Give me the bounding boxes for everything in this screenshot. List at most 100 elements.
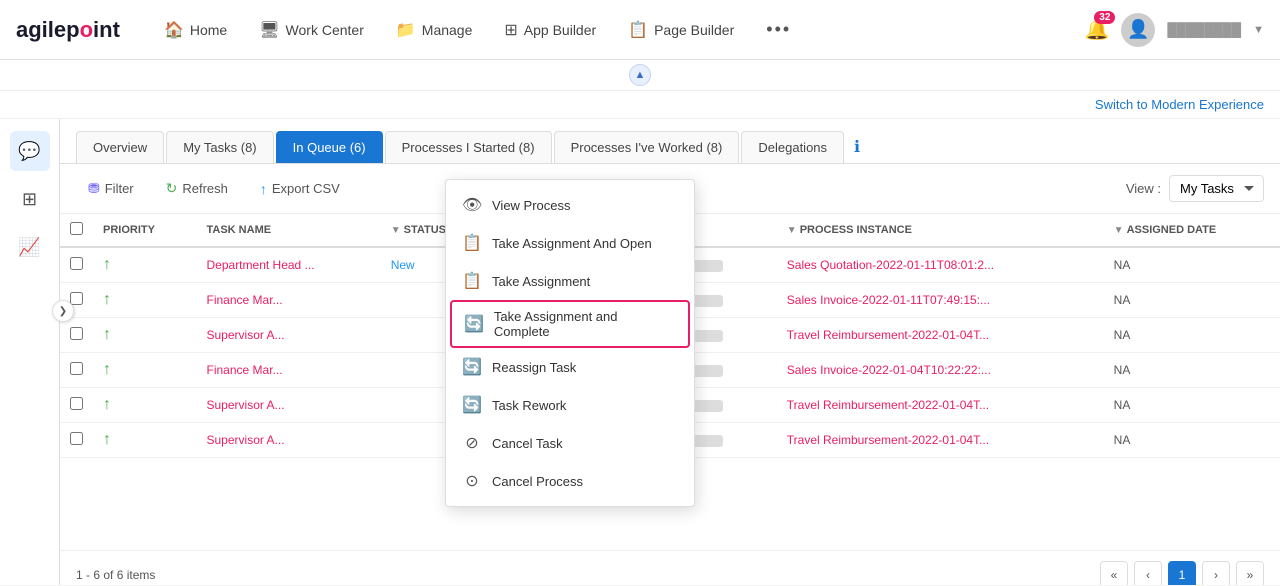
tab-delegations[interactable]: Delegations	[741, 131, 844, 163]
tab-my-tasks[interactable]: My Tasks (8)	[166, 131, 273, 163]
page-1-button[interactable]: 1	[1168, 561, 1196, 585]
sidebar-item-grid[interactable]: ⊞	[10, 179, 50, 219]
process-instance-link[interactable]: Travel Reimbursement-2022-01-04T...	[787, 433, 989, 447]
export-csv-button[interactable]: ↑ Export CSV	[248, 175, 352, 203]
next-page-button[interactable]: ›	[1202, 561, 1230, 585]
task-name-link[interactable]: Supervisor A...	[207, 433, 285, 447]
first-page-button[interactable]: «	[1100, 561, 1128, 585]
task-name-link[interactable]: Supervisor A...	[207, 398, 285, 412]
sidebar-toggle-button[interactable]: ❯	[52, 300, 74, 322]
prev-page-button[interactable]: ‹	[1134, 561, 1162, 585]
process-instance-link[interactable]: Travel Reimbursement-2022-01-04T...	[787, 398, 989, 412]
priority-cell: ↑	[93, 423, 197, 458]
task-name-cell: Finance Mar...	[197, 283, 381, 318]
context-menu: 👁 View Process 📋 Take Assignment And Ope…	[445, 179, 695, 507]
priority-cell: ↑	[93, 388, 197, 423]
menu-item-view-process[interactable]: 👁 View Process	[446, 186, 694, 224]
process-instance-link[interactable]: Sales Invoice-2022-01-11T07:49:15:...	[787, 293, 990, 307]
menu-item-reassign-task[interactable]: 🔄 Reassign Task	[446, 348, 694, 386]
user-dropdown-chevron[interactable]: ▼	[1253, 24, 1264, 36]
tab-overview[interactable]: Overview	[76, 131, 164, 163]
menu-item-task-rework[interactable]: 🔄 Task Rework	[446, 386, 694, 424]
priority-header: PRIORITY	[93, 214, 197, 247]
table-footer: 1 - 6 of 6 items « ‹ 1 › »	[60, 550, 1280, 585]
chart-icon: 📈	[18, 237, 40, 258]
home-icon: 🏠	[164, 20, 184, 40]
grid-icon: ⊞	[22, 189, 37, 210]
process-instance-cell: Sales Quotation-2022-01-11T08:01:2...	[777, 247, 1104, 283]
nav-more-button[interactable]: •••	[754, 11, 803, 48]
tab-processes-started-label: Processes I Started (8)	[402, 140, 535, 155]
assigned-date-cell: NA	[1104, 423, 1280, 458]
row-checkbox[interactable]	[70, 432, 83, 445]
assigned-date-value: NA	[1114, 433, 1131, 447]
row-checkbox[interactable]	[70, 397, 83, 410]
tab-in-queue[interactable]: In Queue (6)	[276, 131, 383, 163]
view-select[interactable]: My Tasks All Tasks	[1169, 175, 1264, 202]
nav-manage[interactable]: 📁 Manage	[384, 12, 485, 48]
process-instance-link[interactable]: Sales Invoice-2022-01-04T10:22:22:...	[787, 363, 991, 377]
nav-home-label: Home	[190, 22, 227, 38]
menu-icon-cancel-process: ⊙	[462, 471, 482, 491]
filter-icon: ⛃	[88, 180, 100, 197]
task-name-link[interactable]: Finance Mar...	[207, 363, 283, 377]
sidebar-item-tasks[interactable]: 💬	[10, 131, 50, 171]
menu-icon-view-process: 👁	[462, 195, 482, 215]
info-button[interactable]: ℹ	[854, 131, 860, 163]
tab-processes-worked[interactable]: Processes I've Worked (8)	[554, 131, 740, 163]
row-checkbox[interactable]	[70, 292, 83, 305]
export-label: Export CSV	[272, 181, 340, 196]
menu-item-take-assignment-open[interactable]: 📋 Take Assignment And Open	[446, 224, 694, 262]
nav-app-builder-label: App Builder	[524, 22, 596, 38]
tasks-icon: 💬	[18, 141, 40, 162]
process-instance-link[interactable]: Travel Reimbursement-2022-01-04T...	[787, 328, 989, 342]
menu-label-take-assignment-complete: Take Assignment and Complete	[494, 309, 676, 339]
task-name-link[interactable]: Finance Mar...	[207, 293, 283, 307]
priority-arrow-icon: ↑	[103, 361, 111, 378]
left-sidebar: 💬 ⊞ 📈	[0, 119, 60, 585]
user-avatar[interactable]: 👤	[1121, 13, 1155, 47]
process-instance-link[interactable]: Sales Quotation-2022-01-11T08:01:2...	[787, 258, 994, 272]
menu-item-cancel-process[interactable]: ⊙ Cancel Process	[446, 462, 694, 500]
notification-button[interactable]: 🔔 32	[1085, 17, 1110, 42]
menu-item-cancel-task[interactable]: ⊘ Cancel Task	[446, 424, 694, 462]
process-instance-cell: Travel Reimbursement-2022-01-04T...	[777, 423, 1104, 458]
filter-button[interactable]: ⛃ Filter	[76, 174, 146, 203]
menu-icon-take-assignment: 📋	[462, 271, 482, 291]
collapse-button[interactable]: ▲	[629, 64, 651, 86]
sidebar-item-chart[interactable]: 📈	[10, 227, 50, 267]
switch-to-modern-link[interactable]: Switch to Modern Experience	[1095, 97, 1264, 112]
tab-processes-started[interactable]: Processes I Started (8)	[385, 131, 552, 163]
row-checkbox[interactable]	[70, 327, 83, 340]
assigned-date-cell: NA	[1104, 247, 1280, 283]
row-checkbox-cell	[60, 247, 93, 283]
process-instance-cell: Sales Invoice-2022-01-04T10:22:22:...	[777, 353, 1104, 388]
task-name-link[interactable]: Department Head ...	[207, 258, 315, 272]
priority-arrow-icon: ↑	[103, 256, 111, 273]
tab-my-tasks-label: My Tasks (8)	[183, 140, 256, 155]
refresh-icon: ↻	[166, 180, 178, 197]
task-name-cell: Supervisor A...	[197, 318, 381, 353]
nav-work-center[interactable]: 🖥 Work Center	[247, 12, 376, 48]
select-all-checkbox[interactable]	[70, 222, 83, 235]
task-name-link[interactable]: Supervisor A...	[207, 328, 285, 342]
nav-app-builder[interactable]: ⊞ App Builder	[492, 12, 608, 48]
nav-page-builder[interactable]: 📋 Page Builder	[616, 12, 746, 48]
row-checkbox[interactable]	[70, 257, 83, 270]
assigned-date-value: NA	[1114, 363, 1131, 377]
menu-label-reassign-task: Reassign Task	[492, 360, 576, 375]
manage-icon: 📁	[396, 20, 416, 40]
menu-item-take-assignment[interactable]: 📋 Take Assignment	[446, 262, 694, 300]
items-count: 1 - 6 of 6 items	[76, 568, 155, 582]
assigned-date-value: NA	[1114, 328, 1131, 342]
menu-label-view-process: View Process	[492, 198, 571, 213]
process-instance-cell: Travel Reimbursement-2022-01-04T...	[777, 318, 1104, 353]
assigned-date-value: NA	[1114, 398, 1131, 412]
last-page-button[interactable]: »	[1236, 561, 1264, 585]
menu-item-take-assignment-complete[interactable]: 🔄 Take Assignment and Complete	[450, 300, 690, 348]
assigned-date-value: NA	[1114, 258, 1131, 272]
menu-label-take-assignment-open: Take Assignment And Open	[492, 236, 652, 251]
row-checkbox[interactable]	[70, 362, 83, 375]
refresh-button[interactable]: ↻ Refresh	[154, 174, 240, 203]
nav-home[interactable]: 🏠 Home	[152, 12, 239, 48]
